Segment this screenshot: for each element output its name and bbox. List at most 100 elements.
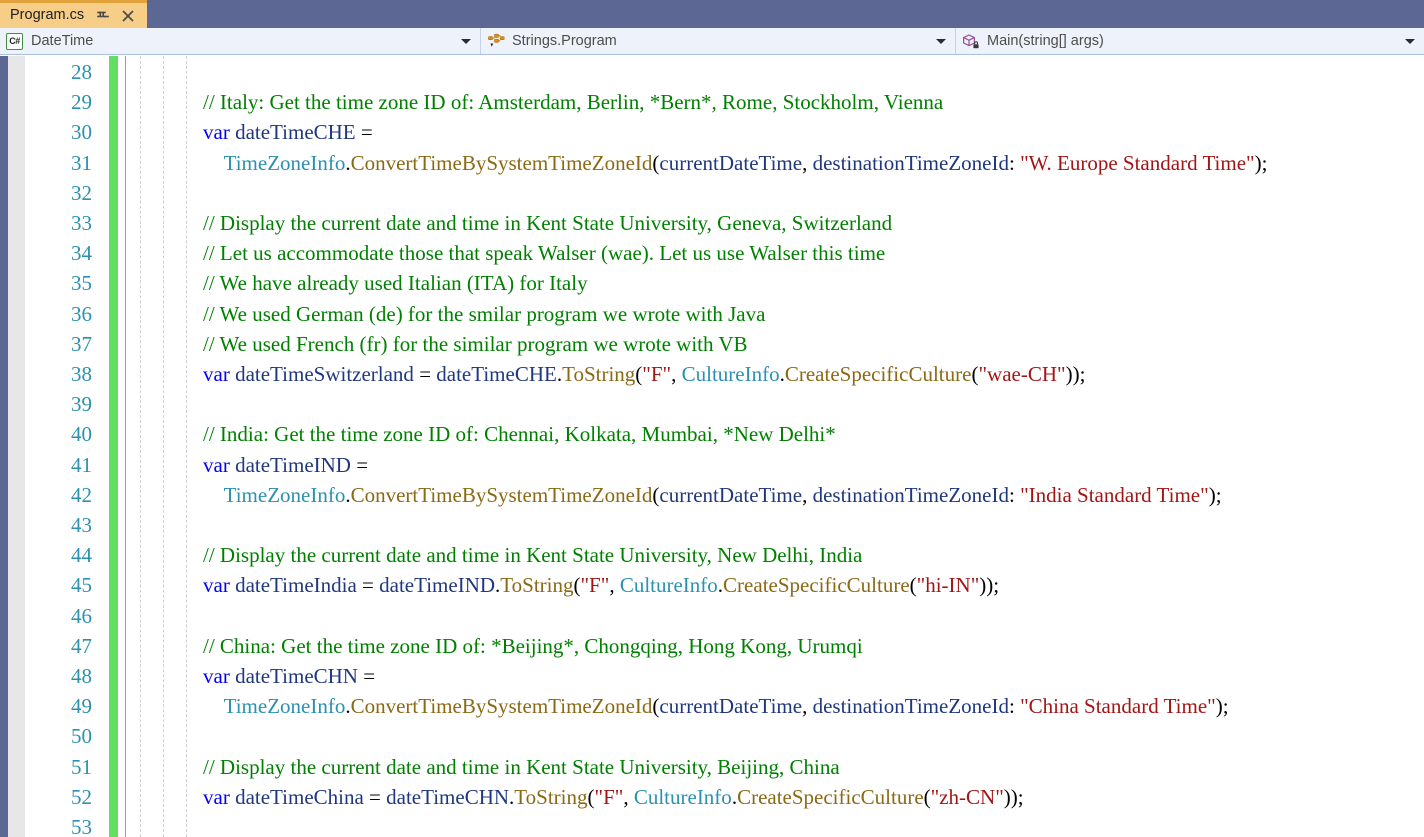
code-line-text[interactable]: var dateTimeIndia = dateTimeIND.ToString…	[203, 570, 999, 600]
code-line[interactable]: 46	[0, 601, 1424, 631]
code-line[interactable]: 34 // Let us accommodate those that speak…	[0, 238, 1424, 268]
code-line-text[interactable]: var dateTimeIND =	[203, 450, 373, 480]
code-line[interactable]: 39	[0, 389, 1424, 419]
token-cmt: // India: Get the time zone ID of: Chenn…	[203, 422, 836, 447]
code-line[interactable]: 41 var dateTimeIND =	[0, 450, 1424, 480]
code-line-text[interactable]: var dateTimeChina = dateTimeCHN.ToString…	[203, 782, 1024, 812]
line-number: 42	[71, 482, 92, 507]
close-icon[interactable]	[120, 8, 136, 24]
code-navigation-bar: C# DateTime Strings.Program Main(string[…	[0, 28, 1424, 55]
token-idn: dateTimeCHN	[235, 664, 358, 688]
member-dropdown-label: Main(string[] args)	[987, 33, 1104, 49]
code-line[interactable]: 48 var dateTimeCHN =	[0, 661, 1424, 691]
code-line[interactable]: 50	[0, 721, 1424, 751]
line-number: 32	[71, 180, 92, 205]
token-typ: TimeZoneInfo	[223, 694, 346, 719]
token-par: destinationTimeZoneId	[812, 694, 1009, 719]
document-tab-program-cs[interactable]: Program.cs	[0, 0, 147, 28]
code-line[interactable]: 32	[0, 178, 1424, 208]
code-line[interactable]: 35 // We have already used Italian (ITA) …	[0, 268, 1424, 298]
line-number: 28	[71, 60, 92, 84]
pin-icon[interactable]	[94, 8, 110, 24]
code-line-text[interactable]: TimeZoneInfo.ConvertTimeBySystemTimeZone…	[203, 691, 1229, 721]
code-line[interactable]: 40 // India: Get the time zone ID of: Che…	[0, 419, 1424, 449]
chevron-down-icon[interactable]	[933, 33, 949, 49]
code-line[interactable]: 37 // We used French (fr) for the similar…	[0, 329, 1424, 359]
chevron-down-icon[interactable]	[458, 33, 474, 49]
code-line[interactable]: 44 // Display the current date and time i…	[0, 540, 1424, 570]
line-number: 39	[71, 392, 92, 417]
token-idn: dateTimeIndia	[235, 573, 357, 598]
code-line[interactable]: 28	[0, 57, 1424, 87]
code-line[interactable]: 45 var dateTimeIndia = dateTimeIND.ToStri…	[0, 570, 1424, 600]
code-line[interactable]: 42 TimeZoneInfo.ConvertTimeBySystemTimeZ…	[0, 480, 1424, 510]
token-pln: :	[1008, 694, 1021, 719]
token-pln: );	[1215, 694, 1229, 719]
token-str: "China Standard Time"	[1020, 694, 1216, 719]
token-cmt: // China: Get the time zone ID of: *Beij…	[203, 633, 863, 658]
member-dropdown[interactable]: Main(string[] args)	[956, 28, 1424, 54]
code-line[interactable]: 47 // China: Get the time zone ID of: *Be…	[0, 631, 1424, 661]
token-pln: :	[1008, 150, 1021, 175]
token-typ: TimeZoneInfo	[223, 482, 346, 507]
line-number: 34	[71, 241, 92, 266]
line-number: 47	[71, 633, 92, 658]
code-line-text[interactable]: // We have already used Italian (ITA) fo…	[203, 268, 588, 298]
token-pln: );	[1254, 150, 1268, 175]
token-pln: ,	[623, 784, 634, 809]
token-pln: (	[923, 784, 931, 809]
token-cmt: // Italy: Get the time zone ID of: Amste…	[203, 90, 944, 115]
token-idn: dateTimeIND	[235, 452, 351, 477]
token-cmt: // Display the current date and time in …	[203, 754, 840, 779]
code-line-text[interactable]: // Display the current date and time in …	[203, 208, 892, 238]
token-mth: ConvertTimeBySystemTimeZoneId	[350, 694, 653, 719]
type-dropdown[interactable]: C# DateTime	[0, 28, 481, 54]
class-dropdown-label: Strings.Program	[512, 33, 617, 49]
line-number: 29	[71, 90, 92, 115]
code-line-text[interactable]: TimeZoneInfo.ConvertTimeBySystemTimeZone…	[203, 148, 1268, 178]
code-line[interactable]: 30 var dateTimeCHE =	[0, 117, 1424, 147]
code-line[interactable]: 43	[0, 510, 1424, 540]
line-number: 38	[71, 362, 92, 386]
code-line[interactable]: 29 // Italy: Get the time zone ID of: Ams…	[0, 87, 1424, 117]
code-line-text[interactable]: // India: Get the time zone ID of: Chenn…	[203, 419, 836, 449]
token-cmt: // Let us accommodate those that speak W…	[203, 241, 886, 266]
token-cmt: // Display the current date and time in …	[203, 211, 893, 235]
token-idn: dateTimeCHE	[235, 120, 356, 145]
line-number: 43	[71, 513, 92, 537]
code-line-text[interactable]: var dateTimeCHN =	[203, 661, 380, 691]
code-line[interactable]: 51 // Display the current date and time i…	[0, 752, 1424, 782]
token-str: "F"	[594, 784, 624, 809]
token-typ: CultureInfo	[681, 362, 780, 386]
code-line-text[interactable]: // We used German (de) for the smilar pr…	[203, 299, 765, 329]
code-line[interactable]: 53	[0, 812, 1424, 837]
token-kw: var	[203, 362, 230, 386]
code-line-text[interactable]: // Display the current date and time in …	[203, 752, 840, 782]
code-line[interactable]: 38 var dateTimeSwitzerland = dateTimeCHE.…	[0, 359, 1424, 389]
token-typ: CultureInfo	[633, 784, 732, 809]
code-line-text[interactable]: // Display the current date and time in …	[203, 540, 862, 570]
token-idn: currentDateTime	[659, 482, 803, 507]
token-typ: CultureInfo	[619, 573, 718, 598]
code-editor-surface[interactable]: 28 29 // Italy: Get the time zone ID of: A…	[0, 56, 1424, 837]
token-mth: ToString	[500, 573, 574, 598]
code-line[interactable]: 49 TimeZoneInfo.ConvertTimeBySystemTimeZ…	[0, 691, 1424, 721]
namespace-class-icon	[487, 33, 506, 50]
code-line-text[interactable]: // Let us accommodate those that speak W…	[203, 238, 885, 268]
code-line[interactable]: 36 // We used German (de) for the smilar …	[0, 299, 1424, 329]
code-line-text[interactable]: // Italy: Get the time zone ID of: Amste…	[203, 87, 943, 117]
code-line-text[interactable]: var dateTimeSwitzerland = dateTimeCHE.To…	[203, 359, 1085, 389]
class-dropdown[interactable]: Strings.Program	[481, 28, 956, 54]
code-line[interactable]: 33 // Display the current date and time i…	[0, 208, 1424, 238]
csharp-file-icon-text: C#	[6, 32, 23, 50]
code-line-text[interactable]: // We used French (fr) for the similar p…	[203, 329, 748, 359]
code-line-text[interactable]: TimeZoneInfo.ConvertTimeBySystemTimeZone…	[203, 480, 1222, 510]
chevron-down-icon[interactable]	[1402, 33, 1418, 49]
code-line-text[interactable]: var dateTimeCHE =	[203, 117, 378, 147]
code-line-text[interactable]: // China: Get the time zone ID of: *Beij…	[203, 631, 863, 661]
line-number: 33	[71, 211, 92, 235]
code-line[interactable]: 31 TimeZoneInfo.ConvertTimeBySystemTimeZ…	[0, 148, 1424, 178]
token-par: destinationTimeZoneId	[812, 150, 1009, 175]
token-pln: ,	[671, 362, 682, 386]
code-line[interactable]: 52 var dateTimeChina = dateTimeCHN.ToStri…	[0, 782, 1424, 812]
